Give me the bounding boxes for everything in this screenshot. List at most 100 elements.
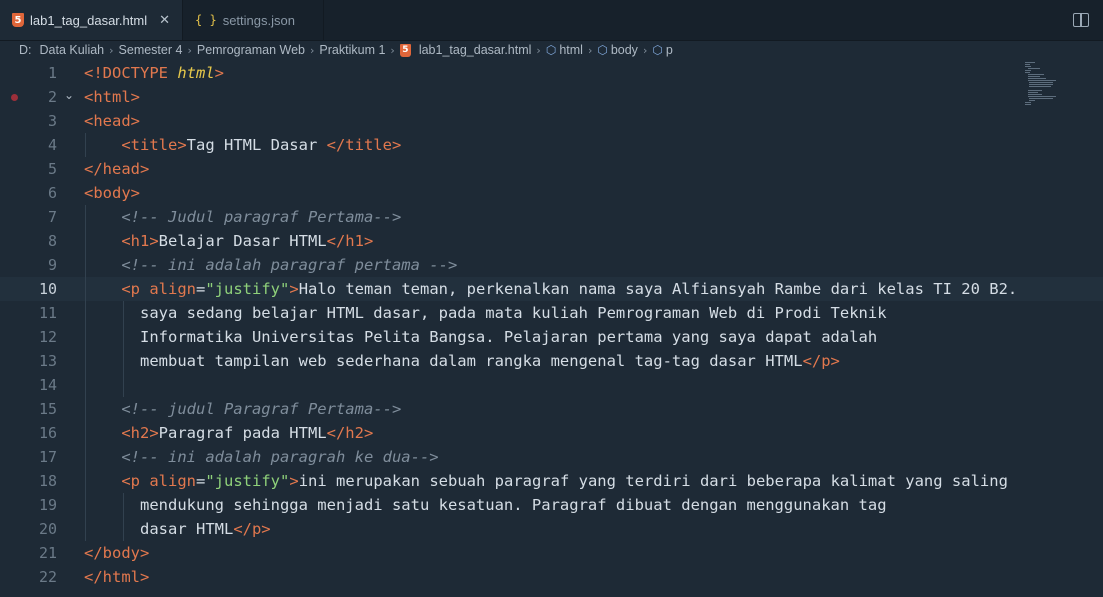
minimap[interactable]: [1025, 62, 1056, 112]
code-line[interactable]: 8 <h1>Belajar Dasar HTML</h1>: [0, 229, 1103, 253]
code-line[interactable]: 17 <!-- ini adalah paragrah ke dua-->: [0, 445, 1103, 469]
breadcrumb-symbol-p[interactable]: p: [666, 43, 673, 57]
close-icon[interactable]: ✕: [159, 13, 170, 28]
breadcrumb-folder[interactable]: Data Kuliah: [40, 43, 105, 57]
code-token: <!-- Judul paragraf Pertama-->: [121, 208, 402, 226]
indent-guide: [123, 493, 124, 541]
line-number: 21: [38, 544, 57, 562]
code-token: >: [214, 64, 224, 82]
breakpoint-icon[interactable]: [11, 94, 18, 101]
line-number: 9: [47, 256, 57, 274]
line-number: 22: [38, 568, 57, 586]
line-number: 11: [38, 304, 57, 322]
line-number: 18: [38, 472, 57, 490]
code-line[interactable]: 4 <title>Tag HTML Dasar </title>: [0, 133, 1103, 157]
breadcrumb-file[interactable]: lab1_tag_dasar.html: [419, 43, 532, 57]
line-number: 12: [38, 328, 57, 346]
code-line[interactable]: 14: [0, 373, 1103, 397]
element-cube-icon: ⬡: [597, 43, 608, 57]
code-token: <title>: [121, 136, 187, 154]
line-number: 15: [38, 400, 57, 418]
html5-icon: 5: [399, 43, 411, 57]
code-line[interactable]: 10 <p align="justify">Halo teman teman, …: [0, 277, 1103, 301]
code-token: <!-- ini adalah paragrah ke dua-->: [121, 448, 439, 466]
line-number: 17: [38, 448, 57, 466]
line-number: 16: [38, 424, 57, 442]
code-token: <head>: [84, 112, 140, 130]
code-text: mendukung sehingga menjadi satu kesatuan…: [84, 493, 887, 517]
code-token: <p: [121, 472, 150, 490]
code-line[interactable]: 11 saya sedang belajar HTML dasar, pada …: [0, 301, 1103, 325]
code-token: </h1>: [326, 232, 374, 250]
code-text: <!-- judul Paragraf Pertama-->: [84, 397, 401, 421]
code-token: Paragraf pada HTML: [158, 424, 327, 442]
code-line[interactable]: 7 <!-- Judul paragraf Pertama-->: [0, 205, 1103, 229]
code-token: mendukung sehingga menjadi satu kesatuan…: [84, 496, 887, 514]
code-token: ini merupakan sebuah paragraf yang terdi…: [298, 472, 1008, 490]
tab-bar: 5 lab1_tag_dasar.html ✕ { } settings.jso…: [0, 0, 1103, 41]
code-line[interactable]: 19 mendukung sehingga menjadi satu kesat…: [0, 493, 1103, 517]
tab-settings-json[interactable]: { } settings.json: [183, 0, 324, 40]
code-token: "justify": [205, 280, 290, 298]
code-line[interactable]: 21 </body>: [0, 541, 1103, 565]
code-line[interactable]: 3 <head>: [0, 109, 1103, 133]
code-text: <p align="justify">Halo teman teman, per…: [84, 277, 1017, 301]
code-line[interactable]: 1 <!DOCTYPE html>: [0, 61, 1103, 85]
code-line[interactable]: 9 <!-- ini adalah paragraf pertama -->: [0, 253, 1103, 277]
code-line[interactable]: 16 <h2>Paragraf pada HTML</h2>: [0, 421, 1103, 445]
code-text: </head>: [84, 157, 149, 181]
chevron-right-icon: ›: [642, 43, 648, 57]
line-number: 19: [38, 496, 57, 514]
chevron-down-icon[interactable]: ⌄: [64, 88, 74, 102]
code-line[interactable]: 2 <html>: [0, 85, 1103, 109]
code-line[interactable]: 6 <body>: [0, 181, 1103, 205]
code-editor[interactable]: 22 </html> 21 </body> 20 dasar HTML</p> 19 me…: [0, 61, 1103, 597]
code-text: Informatika Universitas Pelita Bangsa. P…: [84, 325, 877, 349]
code-text: <!DOCTYPE html>: [84, 61, 224, 85]
chevron-right-icon: ›: [187, 43, 192, 57]
code-token: >: [289, 472, 299, 490]
code-text: <html>: [84, 85, 140, 109]
code-line[interactable]: 13 membuat tampilan web sederhana dalam …: [0, 349, 1103, 373]
line-number: 4: [47, 136, 57, 154]
code-token: </h2>: [326, 424, 374, 442]
code-text: <!-- Judul paragraf Pertama-->: [84, 205, 401, 229]
code-line[interactable]: 12 Informatika Universitas Pelita Bangsa…: [0, 325, 1103, 349]
line-number: 8: [47, 232, 57, 250]
line-number: 13: [38, 352, 57, 370]
code-token: =: [196, 280, 206, 298]
html5-icon: 5: [12, 13, 24, 27]
breadcrumb-folder[interactable]: Praktikum 1: [319, 43, 385, 57]
code-line[interactable]: 18 <p align="justify">ini merupakan sebu…: [0, 469, 1103, 493]
breadcrumb-symbol-body[interactable]: body: [611, 43, 638, 57]
code-token: <p: [121, 280, 150, 298]
code-token: dasar HTML: [84, 520, 234, 538]
code-line[interactable]: 22 </html>: [0, 565, 1103, 589]
breadcrumb-drive[interactable]: D:: [19, 43, 32, 57]
chevron-right-icon: ›: [587, 43, 593, 57]
code-token: <!DOCTYPE: [84, 64, 178, 82]
split-editor-icon[interactable]: [1073, 13, 1089, 27]
indent-guide: [85, 205, 86, 541]
code-token: </html>: [84, 568, 150, 586]
tab-lab1-html[interactable]: 5 lab1_tag_dasar.html ✕: [0, 0, 183, 40]
code-token: align: [149, 280, 196, 298]
breadcrumb-folder[interactable]: Pemrograman Web: [197, 43, 305, 57]
breadcrumb-symbol-html[interactable]: html: [559, 43, 583, 57]
code-text: dasar HTML</p>: [84, 517, 271, 541]
code-token: Informatika Universitas Pelita Bangsa. P…: [84, 328, 878, 346]
code-line[interactable]: 15 <!-- judul Paragraf Pertama-->: [0, 397, 1103, 421]
code-line[interactable]: 20 dasar HTML</p>: [0, 517, 1103, 541]
code-text: <h1>Belajar Dasar HTML</h1>: [84, 229, 373, 253]
chevron-right-icon: ›: [536, 43, 541, 57]
code-line[interactable]: 5 </head>: [0, 157, 1103, 181]
json-braces-icon: { }: [195, 13, 217, 27]
code-text: <!-- ini adalah paragraf pertama -->: [84, 253, 457, 277]
code-text: <head>: [84, 109, 140, 133]
breadcrumb-folder[interactable]: Semester 4: [119, 43, 183, 57]
